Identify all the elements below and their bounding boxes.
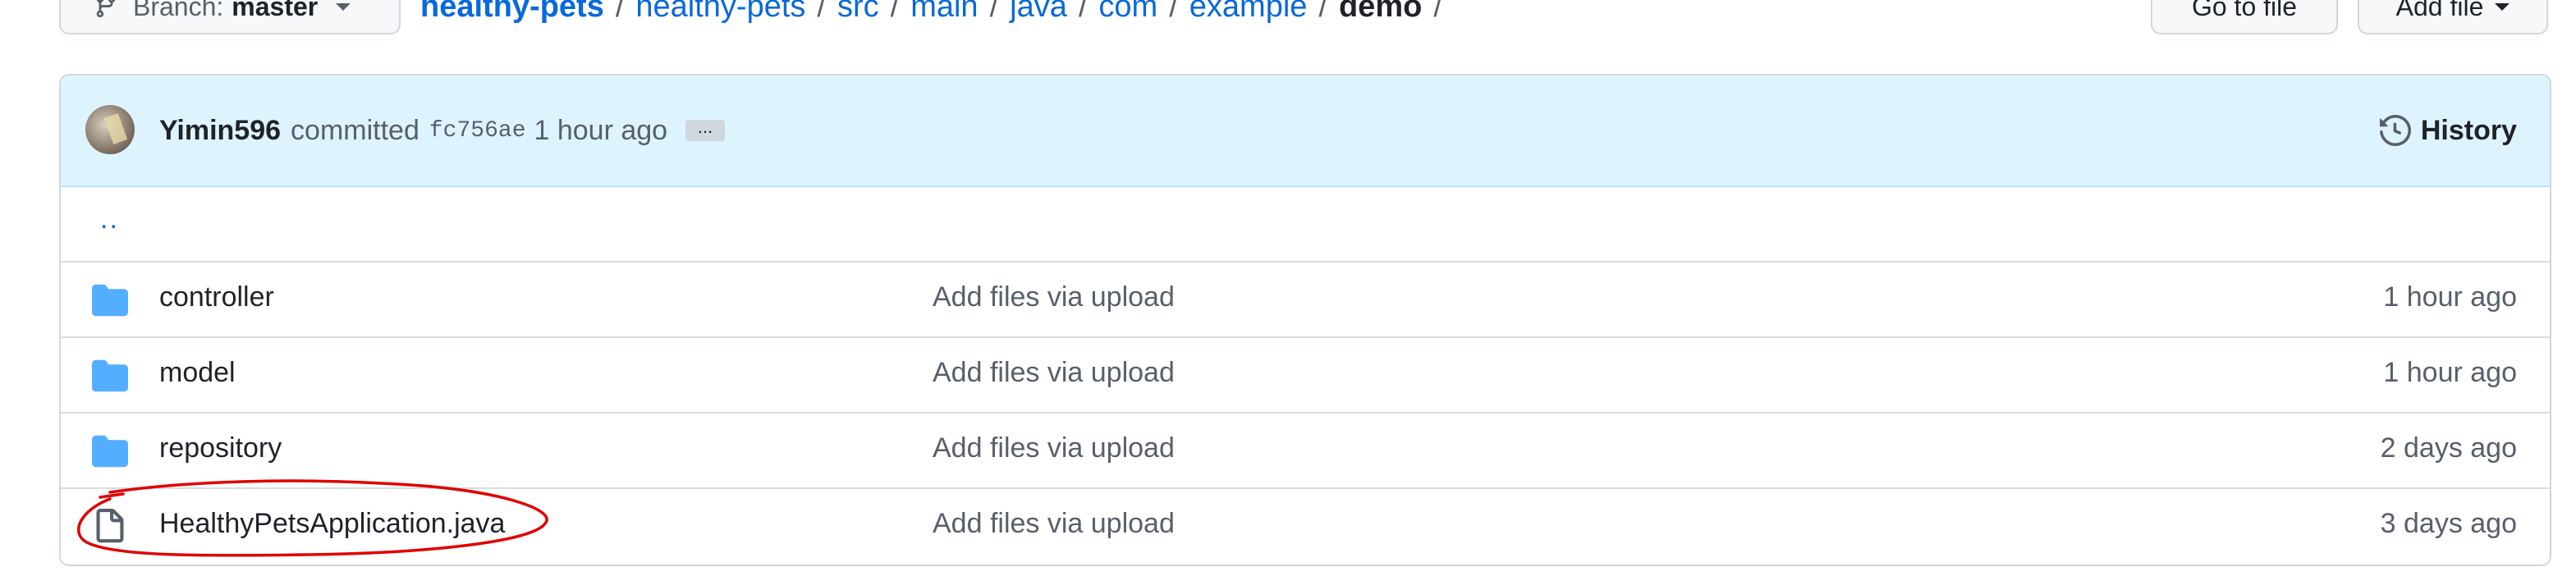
- branch-name: master: [231, 0, 319, 21]
- commit-age: 3 days ago: [2380, 508, 2517, 539]
- commit-age: 1 hour ago: [2383, 357, 2517, 388]
- commit-age: 1 hour ago: [2383, 281, 2517, 313]
- breadcrumb-separator: /: [989, 0, 999, 24]
- commit-author-link[interactable]: Yimin596: [159, 115, 281, 147]
- commit-message-link[interactable]: Add files via upload: [933, 281, 1175, 313]
- breadcrumb-link-example[interactable]: example: [1189, 0, 1308, 25]
- table-row: HealthyPetsApplication.java Add files vi…: [61, 489, 2550, 563]
- breadcrumb-separator: /: [890, 0, 900, 24]
- file-icon: [96, 509, 124, 543]
- commit-info: Yimin596 committed fc756ae 1 hour ago ..…: [159, 75, 726, 185]
- table-row: controller Add files via upload 1 hour a…: [61, 263, 2550, 338]
- commit-message-link[interactable]: Add files via upload: [933, 357, 1175, 389]
- breadcrumb-link-main[interactable]: main: [910, 0, 978, 25]
- folder-icon: [92, 359, 128, 392]
- breadcrumb-repo-link[interactable]: healthy-pets: [420, 0, 604, 25]
- caret-down-icon: [2495, 3, 2510, 11]
- caret-down-icon: [336, 3, 351, 11]
- folder-icon: [92, 435, 128, 468]
- parent-directory-link[interactable]: ..: [100, 203, 119, 235]
- breadcrumb-separator: /: [1318, 0, 1327, 24]
- breadcrumb-separator: /: [1078, 0, 1088, 24]
- parent-directory-row[interactable]: ..: [61, 187, 2550, 263]
- breadcrumb-link-java[interactable]: java: [1010, 0, 1067, 25]
- history-label: History: [2420, 114, 2517, 146]
- commit-message-link[interactable]: Add files via upload: [933, 508, 1175, 540]
- commit-sha-link[interactable]: fc756ae: [429, 118, 526, 144]
- folder-icon: [92, 284, 128, 317]
- file-name-link[interactable]: HealthyPetsApplication.java: [159, 508, 505, 540]
- breadcrumb-separator: /: [615, 0, 625, 24]
- branch-prefix: Branch:: [133, 0, 224, 21]
- file-name-link[interactable]: model: [159, 357, 236, 389]
- breadcrumb-separator: /: [1433, 0, 1442, 24]
- table-row: repository Add files via upload 2 days a…: [61, 414, 2550, 489]
- breadcrumb-link-com[interactable]: com: [1098, 0, 1157, 25]
- latest-commit-bar: Yimin596 committed fc756ae 1 hour ago ..…: [61, 75, 2550, 187]
- add-file-button[interactable]: Add file: [2358, 0, 2548, 34]
- go-to-file-button[interactable]: Go to file: [2151, 0, 2338, 34]
- file-list: Yimin596 committed fc756ae 1 hour ago ..…: [59, 74, 2551, 566]
- breadcrumb-link-healthy-pets[interactable]: healthy-pets: [635, 0, 805, 25]
- repo-page: Branch: master healthy-pets / healthy-pe…: [0, 0, 2576, 576]
- file-name-link[interactable]: repository: [159, 432, 282, 464]
- commit-message-link[interactable]: Add files via upload: [933, 432, 1175, 464]
- history-button[interactable]: History: [2379, 75, 2517, 185]
- commit-time: 1 hour ago: [534, 114, 668, 146]
- commit-action: committed: [291, 114, 419, 146]
- breadcrumb: healthy-pets / healthy-pets / src / main…: [420, 0, 1454, 34]
- breadcrumb-current: demo: [1338, 0, 1423, 24]
- file-navigation: Branch: master healthy-pets / healthy-pe…: [0, 0, 2576, 38]
- avatar[interactable]: [85, 105, 135, 154]
- breadcrumb-separator: /: [817, 0, 826, 24]
- history-icon: [2379, 115, 2411, 146]
- commit-message-expand-button[interactable]: ...: [685, 118, 726, 141]
- commit-age: 2 days ago: [2380, 432, 2517, 464]
- breadcrumb-separator: /: [1169, 0, 1178, 24]
- git-branch-icon: [96, 0, 116, 18]
- add-file-label: Add file: [2395, 0, 2484, 21]
- table-row: model Add files via upload 1 hour ago: [61, 338, 2550, 414]
- breadcrumb-link-src[interactable]: src: [837, 0, 879, 25]
- file-name-link[interactable]: controller: [159, 281, 274, 313]
- branch-select-button[interactable]: Branch: master: [59, 0, 401, 34]
